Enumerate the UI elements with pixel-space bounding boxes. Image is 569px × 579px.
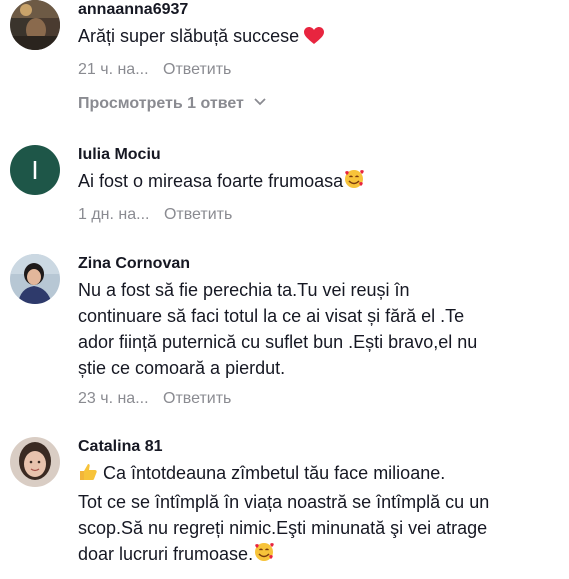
avatar[interactable]: I [10,145,60,195]
smiling-face-with-hearts-icon [343,168,365,197]
comment-username[interactable]: annaanna6937 [78,0,562,20]
comment-timestamp: 23 ч. на... [78,390,149,407]
avatar[interactable] [10,437,60,487]
comment-body: Zina Cornovan Nu a fost să fie perechia … [78,254,562,409]
comment-timestamp: 1 дн. на... [78,206,150,223]
comment-text-content: Arăți super slăbuță succese [78,26,300,46]
comment-text: Nu a fost să fie perechia ta.Tu vei reuș… [78,277,562,381]
comment-username[interactable]: Catalina 81 [78,437,562,457]
comment-text-line: Tot ce se întîmplă în viața noastră se î… [78,492,490,512]
comment-meta: 23 ч. на... Ответить [78,389,562,409]
comment-text-line: Nu a fost să fie perechia ta.Tu vei reuș… [78,280,410,300]
avatar-letter: I [10,145,60,195]
comment-username[interactable]: Iulia Mociu [78,145,562,165]
comment-username[interactable]: Zina Cornovan [78,254,562,274]
smiling-face-with-hearts-icon [253,541,275,570]
comment-text: Ca întotdeauna zîmbetul tău face milioan… [78,460,562,570]
comment-text-line: știe ce comoară a pierdut. [78,358,286,378]
comment-text-content: Ca întotdeauna zîmbetul tău face milioan… [103,463,446,483]
thumbs-up-icon [78,462,98,489]
comment-body: Catalina 81 Ca întotdeauna zîmbetul tău … [78,437,562,570]
comment-meta: 21 ч. на... Ответить [78,60,562,80]
view-replies-button[interactable]: Просмотреть 1 ответ [78,94,266,114]
reply-button[interactable]: Ответить [164,206,232,223]
reply-button[interactable]: Ответить [163,390,231,407]
comment-body: annaanna6937 Arăți super slăbuță succese… [78,0,562,80]
chevron-down-icon [254,92,266,112]
comment-text-line: scop.Să nu regreți nimic.Eşti minunată ş… [78,518,488,538]
comment-timestamp: 21 ч. на... [78,61,149,78]
comment-body: Iulia Mociu Ai fost o mireasa foarte fru… [78,145,562,225]
comment-text-content: doar lucruri frumoase. [78,544,254,564]
comment-text-line: continuare să faci totul la ce ai visat … [78,306,465,326]
comment-meta: 1 дн. на... Ответить [78,205,562,225]
comment-text: Ai fost o mireasa foarte frumoasa [78,168,562,197]
comment-text-line: doar lucruri frumoase. [78,541,562,570]
comment-text: Arăți super slăbuță succese [78,23,562,52]
avatar[interactable] [10,254,60,304]
heart-emoji-icon [304,26,325,52]
avatar[interactable] [10,0,60,50]
comment-text-line: Ca întotdeauna zîmbetul tău face milioan… [78,460,562,489]
view-replies-label: Просмотреть 1 ответ [78,95,244,112]
comment-text-content: Ai fost o mireasa foarte frumoasa [78,171,344,191]
comment-text-line: ador ființă puternică cu suflet bun .Eșt… [78,332,478,352]
reply-button[interactable]: Ответить [163,61,231,78]
